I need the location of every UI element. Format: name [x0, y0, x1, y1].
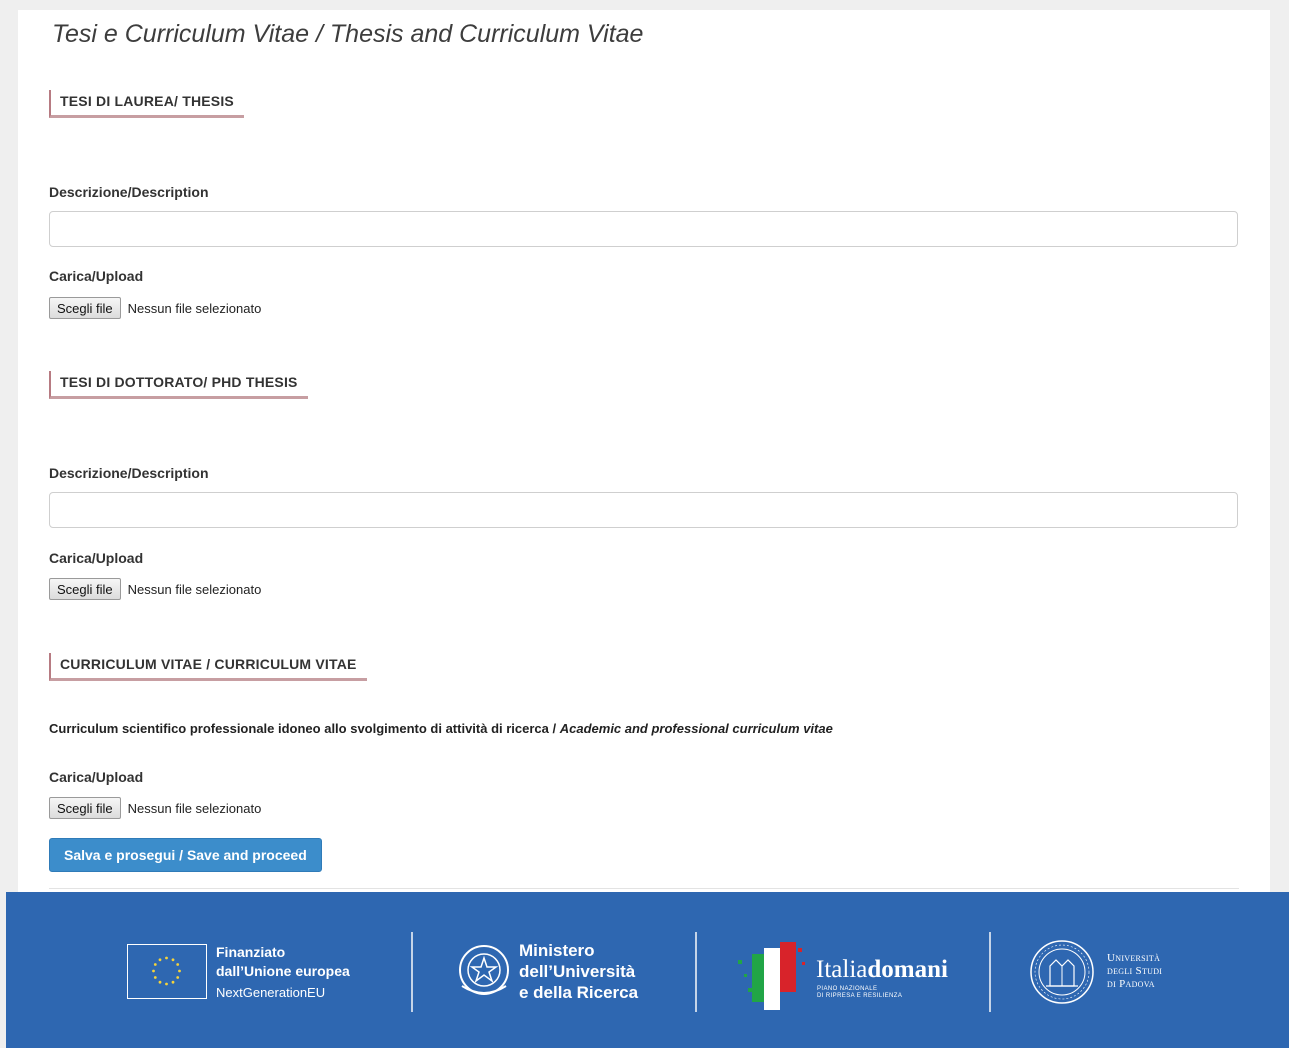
italia-domani-subtitle-1: PIANO NAZIONALE	[817, 986, 878, 992]
save-and-proceed-button[interactable]: Salva e prosegui / Save and proceed	[49, 838, 322, 872]
upload-label-thesis: Carica/Upload	[49, 268, 144, 284]
section-heading-thesis: TESI DI LAUREA/ THESIS	[49, 90, 244, 118]
eu-flag-icon	[127, 944, 207, 999]
italia-domani-word-domani: domani	[867, 956, 948, 983]
description-label-thesis: Descrizione/Description	[49, 184, 209, 200]
description-input-phd-thesis[interactable]	[49, 492, 1238, 528]
mur-text-line1: Ministero	[519, 941, 595, 960]
university-name: Università degli Studi di Padova	[1107, 952, 1162, 991]
university-seal-icon	[1030, 940, 1094, 1004]
file-status-thesis: Nessun file selezionato	[127, 300, 262, 316]
italia-domani-subtitle-2: DI RIPRESA E RESILIENZA	[817, 993, 903, 999]
upload-label-cv: Carica/Upload	[49, 769, 144, 785]
choose-file-button-cv[interactable]: Scegli file	[49, 797, 121, 819]
footer-divider	[989, 932, 991, 1012]
cv-description: Curriculum scientifico professionale ido…	[49, 721, 833, 736]
mur-text-line3: e della Ricerca	[519, 983, 639, 1002]
file-status-cv: Nessun file selezionato	[127, 800, 262, 816]
divider	[49, 888, 1239, 889]
mur-text-line2: dell’Università	[519, 962, 636, 981]
italia-domani-logo-text: Italiadomani	[816, 956, 948, 984]
eu-text-line2: dall’Unione europea	[216, 963, 350, 979]
description-input-thesis[interactable]	[49, 211, 1238, 247]
cv-description-en: Academic and professional curriculum vit…	[559, 721, 833, 736]
university-name-line1: Università	[1107, 952, 1161, 964]
choose-file-button-phd-thesis[interactable]: Scegli file	[49, 578, 121, 600]
section-heading-cv: CURRICULUM VITAE / CURRICULUM VITAE	[49, 653, 367, 681]
choose-file-button-thesis[interactable]: Scegli file	[49, 297, 121, 319]
eu-stars-icon	[152, 956, 181, 986]
university-name-line2: degli Studi	[1107, 965, 1163, 977]
italian-republic-emblem-icon	[459, 945, 509, 995]
footer-banner: Finanziato dall’Unione europea NextGener…	[6, 892, 1289, 1048]
form-panel: Tesi e Curriculum Vitae / Thesis and Cur…	[18, 10, 1270, 892]
cv-description-it: Curriculum scientifico professionale ido…	[49, 721, 560, 736]
eu-text-line1: Finanziato	[216, 944, 286, 960]
description-label-phd-thesis: Descrizione/Description	[49, 465, 209, 481]
footer-divider	[411, 932, 413, 1012]
footer-divider	[695, 932, 697, 1012]
eu-text-line3: NextGenerationEU	[216, 985, 326, 1000]
page-title: Tesi e Curriculum Vitae / Thesis and Cur…	[52, 20, 644, 48]
upload-label-phd-thesis: Carica/Upload	[49, 550, 144, 566]
file-status-phd-thesis: Nessun file selezionato	[127, 581, 262, 597]
file-input-phd-thesis: Scegli file Nessun file selezionato	[49, 578, 261, 600]
university-name-line3: di Padova	[1107, 978, 1155, 990]
file-input-thesis: Scegli file Nessun file selezionato	[49, 297, 261, 319]
italia-domani-flag-icon	[738, 942, 805, 1010]
italia-domani-word-italia: Italia	[816, 956, 868, 983]
file-input-cv: Scegli file Nessun file selezionato	[49, 797, 261, 819]
section-heading-phd-thesis: TESI DI DOTTORATO/ PHD THESIS	[49, 371, 308, 399]
